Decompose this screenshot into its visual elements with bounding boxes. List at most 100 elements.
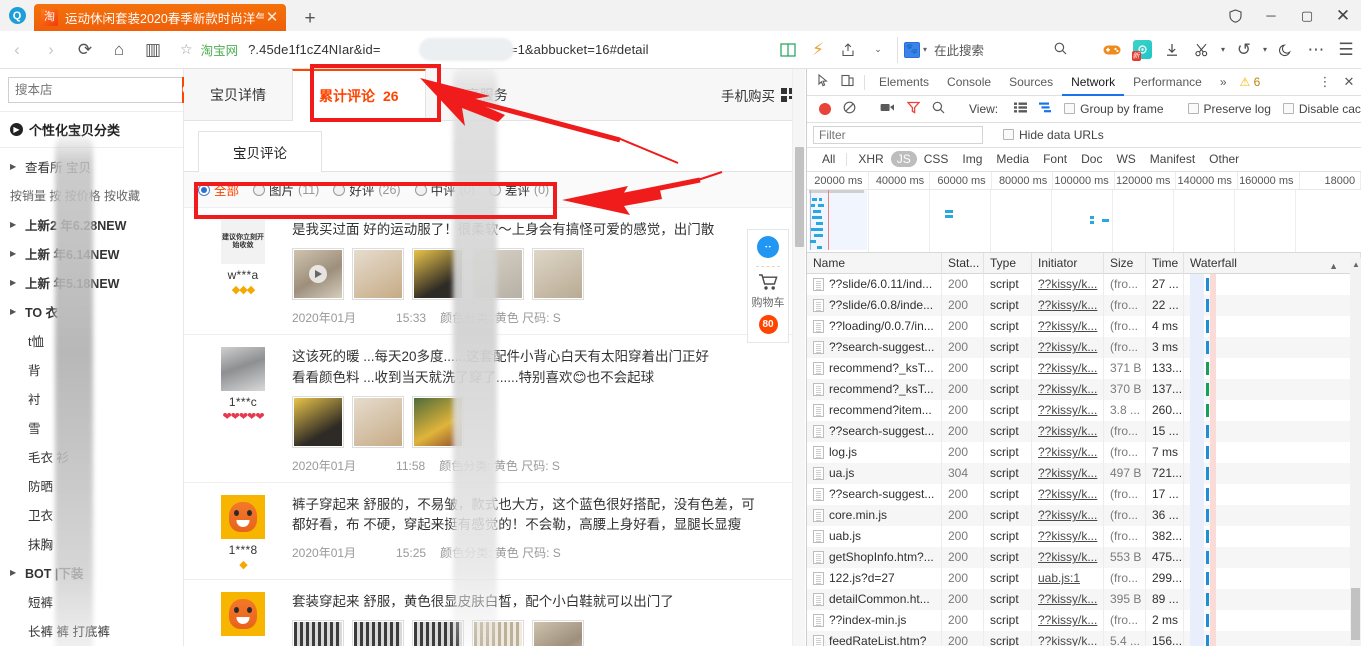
radio-icon[interactable] [414, 183, 427, 196]
scrollbar-thumb[interactable] [795, 147, 804, 247]
table-row[interactable]: ??search-suggest... 200 script ??kissy/k...… [807, 484, 1361, 506]
tab-product-detail[interactable]: 宝贝详情 [184, 69, 292, 120]
review-thumbnail[interactable] [352, 248, 404, 301]
bookmark-star-icon[interactable]: ☆ [180, 41, 193, 58]
inspect-icon[interactable] [811, 73, 835, 90]
new-tab-button[interactable]: + [298, 9, 322, 28]
initiator-link[interactable]: ??kissy/k... [1038, 592, 1097, 606]
minimize-button[interactable]: ─ [1253, 0, 1289, 31]
type-filter-js[interactable]: JS [890, 151, 917, 168]
home-icon[interactable]: ⌂ [102, 31, 136, 69]
sidebar-item-13[interactable]: 短裤 [0, 587, 183, 616]
sidebar-item-view-all[interactable]: ▶ 查看所 宝贝 [0, 152, 183, 181]
review-thumbnail[interactable] [472, 248, 524, 301]
initiator-link[interactable]: ??kissy/k... [1038, 382, 1097, 396]
tab-exclusive-service[interactable]: 专享服务 [426, 69, 534, 120]
initiator-link[interactable]: ??kissy/k... [1038, 634, 1097, 646]
more-icon[interactable]: ⋯ [1301, 31, 1331, 69]
filter-images[interactable]: 图片 (11) [253, 180, 319, 199]
devtools-scrollbar[interactable]: ▲ [1350, 258, 1361, 646]
table-row[interactable]: getShopInfo.htm?... 200 script ??kissy/k...… [807, 547, 1361, 569]
table-row[interactable]: ??search-suggest... 200 script ??kissy/k...… [807, 421, 1361, 443]
new-feature-icon[interactable]: 新 [1127, 31, 1157, 69]
browser-search-box[interactable]: 🐾 ▾ 在此搜索 [897, 36, 1097, 63]
cart-icon[interactable] [758, 273, 779, 294]
list-view-button[interactable] [1008, 102, 1033, 116]
table-row[interactable]: detailCommon.ht... 200 script ??kissy/k... 3… [807, 589, 1361, 611]
table-row[interactable]: ??search-suggest... 200 script ??kissy/k...… [807, 337, 1361, 359]
device-toolbar-icon[interactable] [835, 74, 859, 90]
table-row[interactable]: 122.js?d=27 200 script uab.js:1 (fro... 299..… [807, 568, 1361, 590]
network-filter-input[interactable] [813, 125, 983, 144]
initiator-link[interactable]: ??kissy/k... [1038, 319, 1097, 333]
table-row[interactable]: uab.js 200 script ??kissy/k... (fro... 382... [807, 526, 1361, 548]
preserve-log-checkbox[interactable]: Preserve log [1182, 102, 1277, 116]
column-header-size[interactable]: Size [1104, 253, 1146, 274]
tab-product-reviews[interactable]: 宝贝评论 [198, 131, 322, 172]
review-thumbnail[interactable] [472, 620, 524, 646]
mobile-purchase[interactable]: 手机购买 [711, 69, 805, 120]
close-devtools-icon[interactable]: ✕ [1337, 74, 1361, 90]
bolt-icon[interactable]: ⚡ [803, 31, 833, 69]
type-filter-manifest[interactable]: Manifest [1143, 152, 1202, 166]
sidebar-item-7[interactable]: 雪 [0, 413, 183, 442]
warning-indicator[interactable]: ⚠ 6 [1240, 75, 1261, 89]
initiator-link[interactable]: ??kissy/k... [1038, 277, 1097, 291]
filmstrip-button[interactable] [874, 102, 901, 116]
scissors-icon[interactable] [1187, 31, 1217, 69]
filter-positive[interactable]: 好评 (26) [333, 180, 401, 199]
moon-icon[interactable] [1271, 31, 1301, 69]
reload-icon[interactable]: ⟳ [68, 31, 102, 69]
column-header-type[interactable]: Type [984, 253, 1032, 274]
game-icon[interactable] [1097, 31, 1127, 69]
initiator-link[interactable]: ??kissy/k... [1038, 613, 1097, 627]
sidebar-item-9[interactable]: 防晒 [0, 471, 183, 500]
column-header-waterfall[interactable]: Waterfall ▲ [1184, 253, 1361, 274]
initiator-link[interactable]: ??kissy/k... [1038, 529, 1097, 543]
table-row[interactable]: ??index-min.js 200 script ??kissy/k... (fro.… [807, 610, 1361, 632]
chevron-down-icon[interactable]: ⌄ [863, 31, 893, 69]
forward-icon[interactable]: › [34, 31, 68, 69]
column-header-name[interactable]: Name [807, 253, 942, 274]
initiator-link[interactable]: ??kissy/k... [1038, 340, 1097, 354]
sort-options[interactable]: 按销量 按 按价格 按收藏 [0, 181, 183, 210]
radio-icon[interactable] [333, 183, 346, 196]
filter-negative[interactable]: 差评 (0) [488, 180, 549, 199]
store-search-input[interactable] [8, 77, 182, 103]
disable-cache-checkbox[interactable]: Disable cac [1277, 102, 1361, 116]
more-tabs-icon[interactable]: » [1211, 69, 1236, 96]
tab-elements[interactable]: Elements [870, 69, 938, 96]
chevron-down-icon[interactable]: ▾ [1259, 31, 1271, 69]
hide-data-urls-checkbox[interactable]: Hide data URLs [997, 128, 1110, 142]
chevron-down-icon[interactable]: ▾ [1217, 31, 1229, 69]
search-icon[interactable] [1054, 42, 1067, 58]
record-button[interactable] [813, 102, 837, 115]
type-filter-media[interactable]: Media [989, 152, 1036, 166]
type-filter-other[interactable]: Other [1202, 152, 1246, 166]
address-bar[interactable]: ☆ 淘宝网 ?.45de1f1cZ4NIar&id= 48&ns=1&abbuc… [176, 37, 767, 63]
play-icon[interactable] [309, 265, 327, 284]
initiator-link[interactable]: uab.js:1 [1038, 571, 1080, 585]
search-input[interactable]: 在此搜索 [934, 40, 984, 59]
browser-tab[interactable]: 淘 运动休闲套装2020春季新款时尚洋气 ✕ [34, 4, 286, 31]
review-thumbnail[interactable] [292, 248, 344, 301]
waterfall-view-button[interactable] [1033, 102, 1058, 116]
type-filter-all[interactable]: All [815, 152, 842, 166]
review-thumbnail[interactable] [532, 248, 584, 301]
table-row[interactable]: ??slide/6.0.11/ind... 200 script ??kissy/k.… [807, 274, 1361, 296]
shield-icon[interactable] [1217, 0, 1253, 31]
table-row[interactable]: recommend?_ksT... 200 script ??kissy/k... 37… [807, 358, 1361, 380]
search-button[interactable] [926, 101, 951, 117]
column-header-time[interactable]: Time [1146, 253, 1184, 274]
sidebar-item-1[interactable]: ▶ 上新 年6.14NEW [0, 239, 183, 268]
book-icon[interactable] [773, 31, 803, 69]
initiator-link[interactable]: ??kissy/k... [1038, 361, 1097, 375]
close-window-button[interactable]: ✕ [1325, 0, 1361, 31]
kebab-menu-icon[interactable]: ⋮ [1313, 74, 1337, 90]
table-row[interactable]: log.js 200 script ??kissy/k... (fro... 7 ms [807, 442, 1361, 464]
column-header-status[interactable]: Stat... [942, 253, 984, 274]
chat-bubble-icon[interactable] [757, 236, 779, 258]
sidebar-item-0[interactable]: ▶ 上新2 年6.28NEW [0, 210, 183, 239]
table-row[interactable]: core.min.js 200 script ??kissy/k... (fro... 3… [807, 505, 1361, 527]
filter-all[interactable]: 全部 [198, 180, 239, 199]
